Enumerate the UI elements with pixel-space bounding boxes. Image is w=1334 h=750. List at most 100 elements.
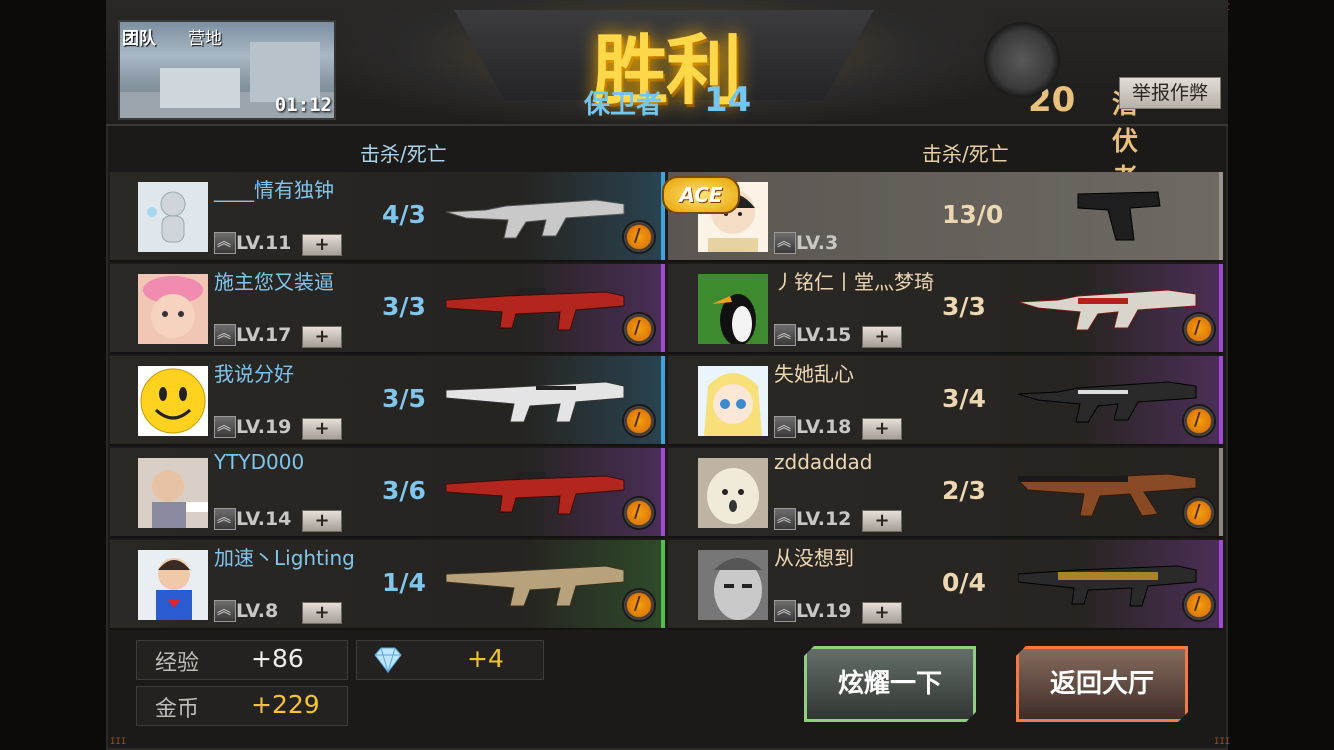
left-player-row[interactable]: YTYD000 LV.14 + 3/6 <box>110 448 665 538</box>
rank-icon <box>214 323 236 346</box>
add-friend-button[interactable]: + <box>302 326 342 348</box>
rank-icon <box>214 415 236 438</box>
left-player-row[interactable]: 施主您又装逼 LV.17 + 3/3 <box>110 264 665 354</box>
left-player-row[interactable]: ____情有独钟 LV.11 + 4/3 <box>110 172 665 262</box>
avatar <box>698 458 768 528</box>
rank-icon <box>774 323 796 346</box>
ace-badge: ACE <box>662 176 740 214</box>
kill-death: 1/4 <box>382 568 426 597</box>
pistol-icon <box>1077 191 1161 241</box>
weapon-badge-icon <box>622 588 656 622</box>
add-friend-button[interactable]: + <box>862 510 902 532</box>
add-friend-button[interactable]: + <box>862 326 902 348</box>
diamond-icon <box>374 647 402 673</box>
weapon-badge-icon <box>1182 312 1216 346</box>
player-name: 丿铭仁丨堂灬梦琦 <box>774 270 934 294</box>
show-off-button[interactable]: 炫耀一下 <box>804 646 976 722</box>
scar-rifle-icon <box>446 381 625 423</box>
avatar <box>138 274 208 344</box>
right-player-row[interactable]: 丿铭仁丨堂灬梦琦 LV.15 + 3/3 <box>668 264 1223 354</box>
avatar <box>698 550 768 620</box>
player-name: 施主您又装逼 <box>214 270 334 294</box>
player-name: 我说分好 <box>214 362 294 386</box>
scar-rifle-icon <box>446 565 625 607</box>
right-player-row[interactable]: 失她乱心 LV.18 + 3/4 <box>668 356 1223 446</box>
exp-label: 经验 <box>155 651 200 676</box>
back-to-lobby-button[interactable]: 返回大厅 <box>1016 646 1188 722</box>
report-cheat-button[interactable]: 举报作弊 <box>1119 77 1221 109</box>
player-level: LV.11 <box>236 232 292 254</box>
kill-death: 3/6 <box>382 476 426 505</box>
gold-label: 金币 <box>155 697 200 722</box>
rifle-icon <box>1018 565 1197 607</box>
team-left-score: 14 <box>704 80 752 120</box>
kill-death: 3/3 <box>942 292 986 321</box>
assault-rifle-icon <box>446 199 625 239</box>
weapon-badge-icon <box>1182 404 1216 438</box>
rank-icon <box>774 231 796 254</box>
player-level: LV.19 <box>796 600 852 622</box>
kill-death: 0/4 <box>942 568 986 597</box>
avatar <box>138 458 208 528</box>
left-player-row[interactable]: 我说分好 LV.19 + 3/5 <box>110 356 665 446</box>
gem-value: +4 <box>467 644 504 673</box>
match-header: 团队 营地 01:12 胜利 保卫者 14 20 潜伏者 举报作弊 <box>106 0 1228 194</box>
ak47-icon <box>1018 473 1197 517</box>
rank-icon <box>214 599 236 622</box>
exp-reward: 经验 +86 <box>136 640 348 680</box>
avatar <box>138 550 208 620</box>
avatar <box>698 274 768 344</box>
kill-death: 2/3 <box>942 476 986 505</box>
avatar <box>698 366 768 436</box>
exp-value: +86 <box>251 644 304 673</box>
player-level: LV.19 <box>236 416 292 438</box>
map-name: 营地 <box>188 29 222 49</box>
round-dial-icon <box>984 22 1060 98</box>
kill-death: 3/5 <box>382 384 426 413</box>
weapon-badge-icon <box>622 496 656 530</box>
right-player-row[interactable]: zddaddad LV.12 + 2/3 <box>668 448 1223 538</box>
gold-reward: 金币 +229 <box>136 686 348 726</box>
result-panel: III III III III 团队 营地 01:12 胜利 保卫者 14 20… <box>106 0 1231 750</box>
player-name: zddaddad <box>774 450 873 474</box>
player-name: 失她乱心 <box>774 362 854 386</box>
rank-icon <box>214 507 236 530</box>
avatar <box>138 182 208 252</box>
corner-decoration: III <box>1214 737 1231 747</box>
gem-reward: +4 <box>356 640 544 680</box>
rank-icon <box>214 231 236 254</box>
map-thumbnail: 团队 营地 01:12 <box>118 20 336 120</box>
result-banner: 胜利 保卫者 14 20 潜伏者 <box>334 0 1138 194</box>
add-friend-button[interactable]: + <box>862 602 902 624</box>
team-left-name: 保卫者 <box>584 90 663 120</box>
kill-death: 3/3 <box>382 292 426 321</box>
gold-value: +229 <box>251 690 320 719</box>
weapon-badge-icon <box>622 312 656 346</box>
add-friend-button[interactable]: + <box>862 418 902 440</box>
right-player-row[interactable]: ACE LV.3 13/0 <box>662 172 1223 262</box>
avatar <box>138 366 208 436</box>
add-friend-button[interactable]: + <box>302 602 342 624</box>
rifle-icon <box>446 288 625 331</box>
weapon-badge-icon <box>1182 496 1216 530</box>
left-player-row[interactable]: 加速丶Lighting LV.8 + 1/4 <box>110 540 665 630</box>
player-level: LV.15 <box>796 324 852 346</box>
rifle-icon <box>446 472 625 515</box>
player-name: 从没想到 <box>774 546 854 570</box>
add-friend-button[interactable]: + <box>302 234 342 256</box>
assault-rifle-icon <box>1018 289 1197 331</box>
player-level: LV.8 <box>236 600 279 622</box>
kill-death: 3/4 <box>942 384 986 413</box>
add-friend-button[interactable]: + <box>302 418 342 440</box>
kill-death: 13/0 <box>942 200 1004 229</box>
right-kd-header: 击杀/死亡 <box>922 142 1009 166</box>
game-mode: 团队 <box>122 29 156 49</box>
match-time: 01:12 <box>274 94 332 116</box>
right-player-row[interactable]: 从没想到 LV.19 + 0/4 <box>668 540 1223 630</box>
kill-death: 4/3 <box>382 200 426 229</box>
weapon-badge-icon <box>622 404 656 438</box>
player-level: LV.12 <box>796 508 852 530</box>
corner-decoration: III <box>110 737 127 747</box>
left-kd-header: 击杀/死亡 <box>360 142 447 166</box>
add-friend-button[interactable]: + <box>302 510 342 532</box>
